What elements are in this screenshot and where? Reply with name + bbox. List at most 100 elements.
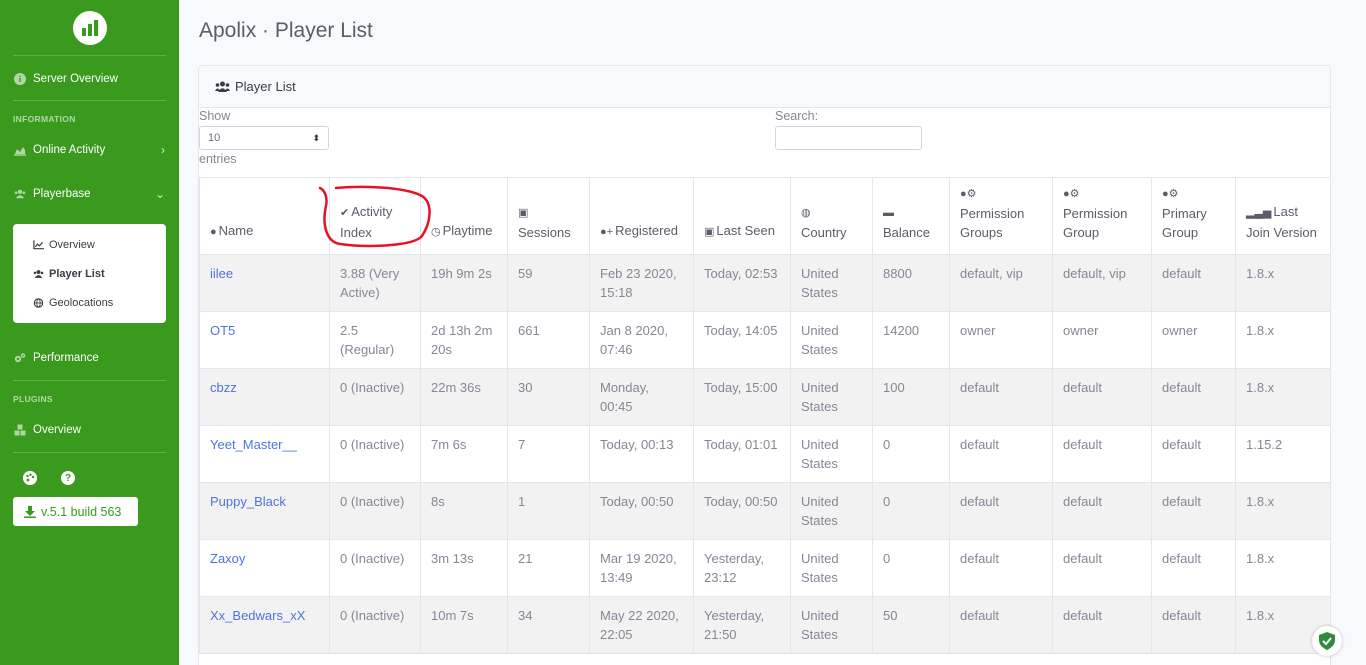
cubes-icon xyxy=(14,424,26,436)
table-cell: United States xyxy=(790,596,873,654)
search-input[interactable] xyxy=(775,126,922,150)
sidebar: Server Overview INFORMATION Online Activ… xyxy=(0,0,179,665)
table-cell: default, vip xyxy=(949,254,1053,312)
sidebar-item-performance[interactable]: Performance xyxy=(0,336,179,380)
table-cell: 0 (Inactive) xyxy=(329,539,421,597)
table-cell: default, vip xyxy=(1052,254,1152,312)
column-header-balance[interactable]: ▬ Balance xyxy=(872,177,950,255)
table-cell: 3m 13s xyxy=(420,539,508,597)
column-header-label: Playtime xyxy=(442,223,493,238)
version-download-button[interactable]: v.5.1 build 563 xyxy=(13,497,138,526)
globe-icon: ◍ xyxy=(801,207,811,219)
download-icon xyxy=(24,505,36,518)
column-header-activity-index[interactable]: ✔ Activity Index xyxy=(329,177,421,255)
player-name-link[interactable]: iilee xyxy=(199,254,330,312)
player-name-link[interactable]: Zaxoy xyxy=(199,539,330,597)
table-cell: default xyxy=(949,425,1053,483)
table-header-row: ● Name ✔ Activity Index ◷ Playtime ▣ Session… xyxy=(199,177,1330,255)
table-cell: 2d 13h 2m 20s xyxy=(420,311,508,369)
column-header-label: Country xyxy=(801,225,847,240)
submenu-item-geolocations[interactable]: Geolocations xyxy=(13,288,166,317)
table-cell: 8800 xyxy=(872,254,950,312)
table-cell: 0 (Inactive) xyxy=(329,368,421,426)
table-body: iilee 3.88 (Very Active) 19h 9m 2s 59 Feb 23… xyxy=(199,254,1330,654)
table-cell: default xyxy=(949,596,1053,654)
player-name-link[interactable]: Puppy_Black xyxy=(199,482,330,540)
line-chart-icon xyxy=(33,239,44,249)
users-icon xyxy=(33,269,44,278)
divider xyxy=(13,380,166,381)
table-cell: 0 (Inactive) xyxy=(329,596,421,654)
sidebar-item-online-activity[interactable]: Online Activity › xyxy=(0,128,179,172)
table-cell: Yesterday, 23:12 xyxy=(693,539,791,597)
column-header-last-seen[interactable]: ▣ Last Seen xyxy=(693,177,791,255)
sidebar-item-playerbase[interactable]: Playerbase ⌄ xyxy=(0,172,179,216)
brand[interactable] xyxy=(13,0,166,56)
column-header-primary-group[interactable]: ●⚙ Primary Group xyxy=(1151,177,1236,255)
table-cell: default xyxy=(949,539,1053,597)
table-cell: Today, 01:01 xyxy=(693,425,791,483)
table-cell: 0 xyxy=(872,482,950,540)
bar-chart-logo-icon[interactable] xyxy=(72,10,107,45)
table-controls: Show 10 ⬍ entries Search: xyxy=(199,108,1330,176)
table-cell: United States xyxy=(790,368,873,426)
divider xyxy=(13,100,166,101)
table-cell: default xyxy=(1052,368,1152,426)
shield-icon[interactable] xyxy=(1312,626,1342,656)
column-header-name[interactable]: ● Name xyxy=(199,177,330,255)
player-list-card: Player List Show 10 ⬍ entries Search: ● N… xyxy=(198,65,1331,665)
column-header-playtime[interactable]: ◷ Playtime xyxy=(420,177,508,255)
table-cell: 30 xyxy=(507,368,590,426)
cogs-icon xyxy=(14,353,26,363)
column-header-last-join-version[interactable]: ▂▃▅ Last Join Version xyxy=(1235,177,1330,255)
table-cell: 14200 xyxy=(872,311,950,369)
entries-value: 10 xyxy=(208,132,221,144)
help-icon[interactable]: ? xyxy=(61,471,75,485)
column-header-label: Registered xyxy=(615,223,678,238)
calendar-plus-icon: ▣ xyxy=(518,207,529,219)
sidebar-item-plugins-overview[interactable]: Overview xyxy=(0,408,179,452)
table-cell: United States xyxy=(790,254,873,312)
table-cell: default xyxy=(1052,482,1152,540)
submenu-item-overview[interactable]: Overview xyxy=(13,230,166,259)
sidebar-icon-row: ? xyxy=(0,471,179,487)
column-header-registered[interactable]: ●+ Registered xyxy=(589,177,694,255)
column-header-country[interactable]: ◍ Country xyxy=(790,177,873,255)
submenu-item-player-list[interactable]: Player List xyxy=(13,259,166,288)
table-cell: owner xyxy=(1151,311,1236,369)
column-header-sessions[interactable]: ▣ Sessions xyxy=(507,177,590,255)
column-header-label: Permission Groups xyxy=(960,206,1025,240)
sidebar-heading-plugins: PLUGINS xyxy=(13,394,53,404)
table-cell: Mar 19 2020, 13:49 xyxy=(589,539,694,597)
table-cell: 7 xyxy=(507,425,590,483)
player-name-link[interactable]: cbzz xyxy=(199,368,330,426)
player-name-link[interactable]: OT5 xyxy=(199,311,330,369)
user-icon: ● xyxy=(210,226,217,238)
table-cell: Feb 23 2020, 15:18 xyxy=(589,254,694,312)
table-cell: 21 xyxy=(507,539,590,597)
table-row: cbzz 0 (Inactive) 22m 36s 30 Monday, 00:45 To… xyxy=(199,368,1330,426)
column-header-permission-group[interactable]: ●⚙ Permission Group xyxy=(1052,177,1152,255)
table-cell: default xyxy=(1151,425,1236,483)
table-cell: Yesterday, 21:50 xyxy=(693,596,791,654)
player-name-link[interactable]: Xx_Bedwars_xX xyxy=(199,596,330,654)
table-cell: default xyxy=(949,482,1053,540)
sidebar-item-label: Server Overview xyxy=(33,73,118,85)
table-cell: default xyxy=(1151,482,1236,540)
palette-icon[interactable] xyxy=(23,471,37,485)
column-header-permission-groups[interactable]: ●⚙ Permission Groups xyxy=(949,177,1053,255)
table-cell: default xyxy=(949,368,1053,426)
table-cell: 1.8.x xyxy=(1235,482,1330,540)
table-cell: 8s xyxy=(420,482,508,540)
sidebar-item-server-overview[interactable]: Server Overview xyxy=(0,58,179,100)
table-cell: 22m 36s xyxy=(420,368,508,426)
table-cell: 0 (Inactive) xyxy=(329,425,421,483)
entries-select[interactable]: 10 ⬍ xyxy=(199,126,329,150)
table-cell: default xyxy=(1052,425,1152,483)
player-name-link[interactable]: Yeet_Master__ xyxy=(199,425,330,483)
users-icon xyxy=(215,81,230,92)
clock-icon: ◷ xyxy=(431,226,441,238)
check-icon: ✔ xyxy=(340,207,350,219)
submenu-item-label: Geolocations xyxy=(49,296,114,309)
table-row: Yeet_Master__ 0 (Inactive) 7m 6s 7 Today, 00… xyxy=(199,425,1330,483)
